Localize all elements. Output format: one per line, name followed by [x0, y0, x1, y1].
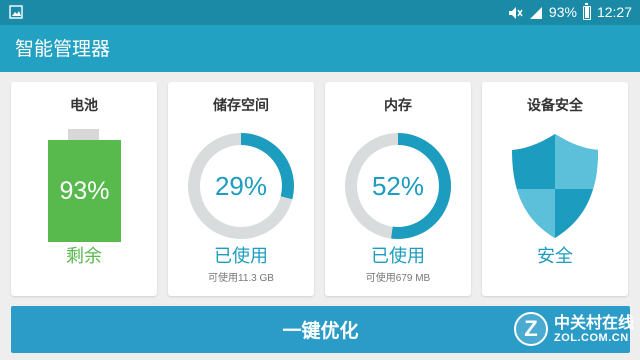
- battery-percent-text: 93%: [548, 4, 577, 20]
- security-card-title: 设备安全: [527, 98, 583, 114]
- zol-logo-icon: Z: [513, 312, 548, 346]
- battery-card[interactable]: 电池 93% 剩余: [11, 82, 157, 296]
- status-bar: 93% 12:27: [0, 0, 640, 25]
- security-card[interactable]: 设备安全 安全: [482, 82, 628, 296]
- storage-percent: 29%: [214, 170, 268, 201]
- memory-status: 已使用: [371, 246, 425, 267]
- watermark-cn: 中关村在线: [553, 313, 634, 333]
- storage-card-title: 储存空间: [213, 98, 269, 114]
- storage-ring: 29%: [186, 131, 296, 241]
- app-title: 智能管理器: [15, 38, 111, 60]
- battery-status: 剩余: [66, 246, 102, 267]
- battery-percent: 93%: [59, 176, 110, 205]
- storage-available: 可使用11.3 GB: [208, 273, 274, 284]
- memory-ring: 52%: [343, 131, 453, 241]
- battery-cap: [68, 129, 99, 140]
- storage-status: 已使用: [214, 246, 268, 267]
- battery-large-icon: 93%: [48, 129, 121, 242]
- memory-card[interactable]: 内存 52% 已使用 可使用679 MB: [325, 82, 471, 296]
- zol-watermark: Z 中关村在线 ZOL.COM.CN: [513, 312, 634, 346]
- memory-percent: 52%: [371, 170, 425, 201]
- signal-icon: [529, 6, 542, 19]
- clock: 12:27: [596, 4, 632, 20]
- storage-card[interactable]: 储存空间 29% 已使用 可使用11.3 GB: [168, 82, 314, 296]
- battery-icon: [582, 2, 591, 20]
- battery-card-title: 电池: [70, 98, 98, 114]
- shield-icon: [512, 134, 598, 238]
- memory-card-title: 内存: [384, 98, 412, 114]
- mute-icon: [508, 6, 523, 19]
- watermark-en: ZOL.COM.CN: [553, 331, 629, 344]
- memory-available: 可使用679 MB: [365, 273, 431, 284]
- battery-level: 93%: [48, 140, 121, 242]
- security-status: 安全: [537, 246, 573, 267]
- app-bar: 智能管理器: [0, 25, 640, 72]
- image-icon: [9, 5, 23, 19]
